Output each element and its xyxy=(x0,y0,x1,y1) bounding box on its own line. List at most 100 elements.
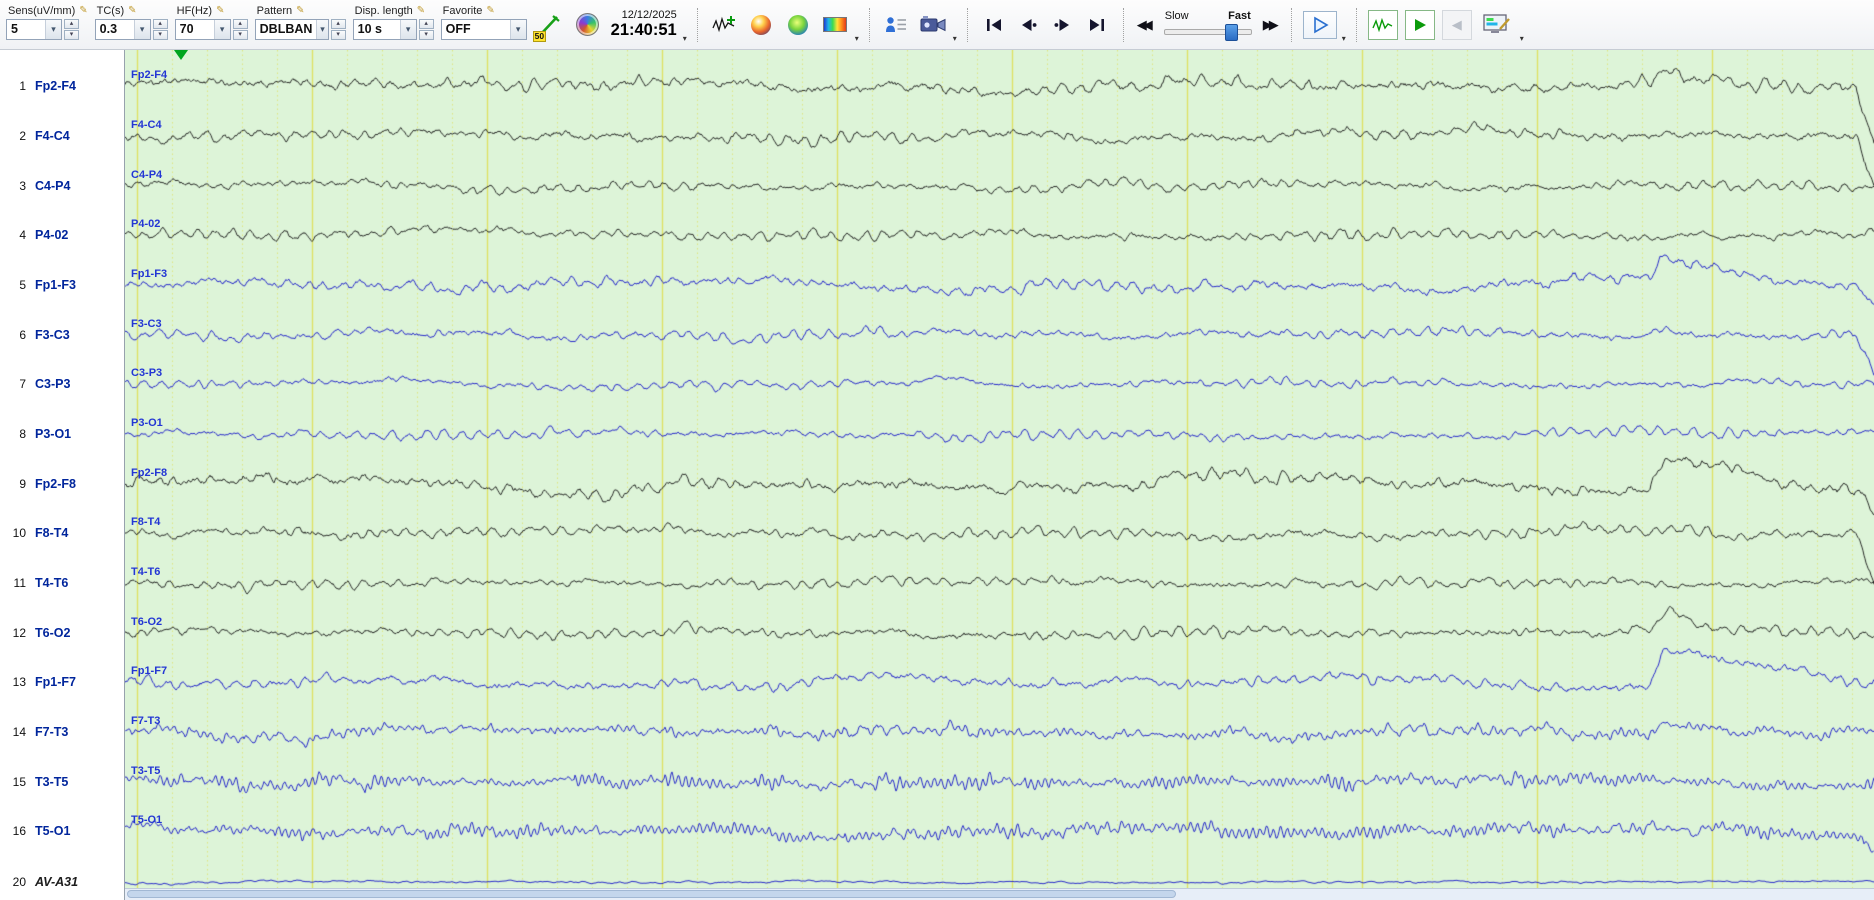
video-button[interactable] xyxy=(918,10,948,40)
channel-label: Fp1-F7 xyxy=(35,675,76,689)
step-forward-icon xyxy=(1054,18,1070,31)
high-frequency-spinner: ▴ ▾ xyxy=(232,18,248,40)
patient-info-icon xyxy=(885,16,906,32)
channel-row[interactable]: 7 C3-P3 xyxy=(0,376,124,392)
display-length-combobox[interactable]: 10 s ▾ xyxy=(352,18,417,40)
topo-map-button[interactable] xyxy=(746,10,776,40)
add-waveform-button[interactable] xyxy=(709,10,739,40)
play-icon xyxy=(1313,16,1329,33)
spinner-down-icon[interactable]: ▾ xyxy=(232,29,248,40)
skip-last-button[interactable] xyxy=(1081,12,1113,38)
topo-map-3d-button[interactable] xyxy=(783,10,813,40)
datetime-dropdown-icon[interactable]: ▾ xyxy=(683,34,687,43)
channel-row[interactable]: 8 P3-O1 xyxy=(0,426,124,442)
video-group-dropdown-icon[interactable]: ▾ xyxy=(953,34,957,43)
skip-first-button[interactable] xyxy=(979,12,1011,38)
channel-number: 9 xyxy=(19,477,26,491)
channel-number: 7 xyxy=(19,377,26,391)
channel-row[interactable]: 12 T6-O2 xyxy=(0,625,124,641)
spinner-down-icon[interactable]: ▾ xyxy=(330,29,346,40)
time-constant-combobox[interactable]: 0.3 ▾ xyxy=(94,18,151,40)
spinner-up-icon[interactable]: ▴ xyxy=(232,18,248,29)
favorite-combobox[interactable]: OFF ▾ xyxy=(440,18,527,40)
channel-row[interactable]: 9 Fp2-F8 xyxy=(0,476,124,492)
channel-label: P3-O1 xyxy=(35,427,72,441)
display-settings-button[interactable] xyxy=(1479,10,1515,40)
channel-row[interactable]: 16 T5-O1 xyxy=(0,823,124,839)
play-button[interactable] xyxy=(1302,10,1337,39)
mini-play-button[interactable] xyxy=(1404,9,1435,40)
channel-row[interactable]: 4 P4-02 xyxy=(0,227,124,243)
combo-dropdown-icon[interactable]: ▾ xyxy=(133,19,150,39)
channel-label: F3-C3 xyxy=(35,328,70,342)
fast-forward-button[interactable]: ▶▶ xyxy=(1261,17,1281,33)
channel-label: T3-T5 xyxy=(35,775,69,789)
channel-row[interactable]: 3 C4-P4 xyxy=(0,178,124,194)
edit-pencil-icon[interactable]: ✎ xyxy=(486,5,494,16)
sensitivity-combobox[interactable]: 5 ▾ xyxy=(6,18,62,40)
time-marker-icon[interactable] xyxy=(174,50,188,60)
channel-row[interactable]: 13 Fp1-F7 xyxy=(0,674,124,690)
channel-row[interactable]: 2 F4-C4 xyxy=(0,128,124,144)
spinner-up-icon[interactable]: ▴ xyxy=(64,18,79,29)
mini-waveform-icon xyxy=(1372,17,1393,32)
edit-pencil-icon[interactable]: ✎ xyxy=(296,5,304,16)
scrollbar-thumb[interactable] xyxy=(127,890,1177,898)
speed-slider-track[interactable] xyxy=(1163,24,1252,41)
channel-number: 13 xyxy=(12,675,26,689)
channel-number: 14 xyxy=(12,725,26,739)
pattern-control: Pattern ✎ DBLBAN ▾ ▴ ▾ xyxy=(254,2,346,48)
toolbar-separator xyxy=(1355,7,1358,42)
edit-pencil-icon[interactable]: ✎ xyxy=(128,5,136,16)
channel-number: 11 xyxy=(13,576,26,590)
mini-waveform-button[interactable] xyxy=(1367,9,1398,40)
channel-label: T6-O2 xyxy=(35,626,71,640)
high-frequency-combobox[interactable]: 70 ▾ xyxy=(174,18,231,40)
edit-pencil-icon[interactable]: ✎ xyxy=(79,5,87,16)
high-frequency-label: HF(Hz) xyxy=(176,4,213,17)
rewind-button[interactable]: ◀◀ xyxy=(1135,17,1155,33)
channel-label: T4-T6 xyxy=(35,576,69,590)
channel-number: 8 xyxy=(19,427,26,441)
channel-row[interactable]: 10 F8-T4 xyxy=(0,525,124,541)
combo-dropdown-icon[interactable]: ▾ xyxy=(399,19,416,39)
channel-row[interactable]: 1 Fp2-F4 xyxy=(0,78,124,94)
pattern-combobox[interactable]: DBLBAN ▾ xyxy=(254,18,329,40)
sensitivity-control: Sens(uV/mm) ✎ 5 ▾ ▴ ▾ xyxy=(6,2,88,48)
combo-dropdown-icon[interactable]: ▾ xyxy=(213,19,230,39)
high-frequency-value: 70 xyxy=(179,22,194,36)
channel-row[interactable]: 20 AV-A31 xyxy=(0,874,124,890)
slider-thumb[interactable] xyxy=(1225,24,1239,41)
montage-map-button[interactable] xyxy=(573,10,603,40)
spinner-up-icon[interactable]: ▴ xyxy=(330,18,346,29)
eeg-viewer-window: Sens(uV/mm) ✎ 5 ▾ ▴ ▾ TC(s) ✎ 0.3 ▾ ▴ ▾ … xyxy=(0,0,1874,900)
spinner-down-icon[interactable]: ▾ xyxy=(64,29,79,40)
notch-filter-button[interactable]: 50 xyxy=(532,8,566,42)
patient-info-button[interactable] xyxy=(881,10,911,40)
edit-pencil-icon[interactable]: ✎ xyxy=(417,5,425,16)
eeg-canvas[interactable] xyxy=(125,50,1874,900)
step-back-button[interactable] xyxy=(1013,12,1045,38)
play-dropdown-icon[interactable]: ▾ xyxy=(1342,34,1346,43)
spinner-down-icon[interactable]: ▾ xyxy=(418,29,434,40)
spinner-up-icon[interactable]: ▴ xyxy=(152,18,168,29)
combo-dropdown-icon[interactable]: ▾ xyxy=(45,19,61,39)
colorbar-button[interactable] xyxy=(820,10,850,40)
combo-dropdown-icon[interactable]: ▾ xyxy=(509,19,526,39)
combo-dropdown-icon[interactable]: ▾ xyxy=(316,19,328,39)
channel-row[interactable]: 15 T3-T5 xyxy=(0,774,124,790)
channel-row[interactable]: 5 Fp1-F3 xyxy=(0,277,124,293)
spinner-down-icon[interactable]: ▾ xyxy=(152,29,168,40)
channel-number: 3 xyxy=(19,179,26,193)
favorite-label: Favorite xyxy=(442,4,483,17)
edit-pencil-icon[interactable]: ✎ xyxy=(216,5,224,16)
settings-dropdown-icon[interactable]: ▾ xyxy=(1520,34,1524,43)
step-forward-button[interactable] xyxy=(1047,12,1079,38)
horizontal-scrollbar[interactable] xyxy=(125,888,1874,900)
map-group-dropdown-icon[interactable]: ▾ xyxy=(855,34,859,43)
channel-row[interactable]: 6 F3-C3 xyxy=(0,327,124,343)
back-disabled-button[interactable]: ◀ xyxy=(1441,9,1472,40)
channel-row[interactable]: 11 T4-T6 xyxy=(0,575,124,591)
spinner-up-icon[interactable]: ▴ xyxy=(418,18,434,29)
channel-row[interactable]: 14 F7-T3 xyxy=(0,724,124,740)
